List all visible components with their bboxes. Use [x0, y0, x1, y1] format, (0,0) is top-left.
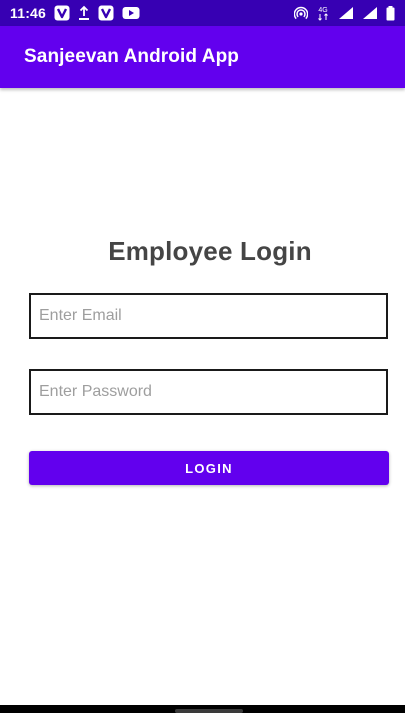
hotspot-icon	[294, 6, 308, 20]
v-app-icon	[54, 5, 70, 21]
status-bar-right: 4G	[294, 5, 395, 21]
v-app-icon	[98, 5, 114, 21]
svg-text:4G: 4G	[318, 7, 327, 14]
page-title: Employee Login	[108, 236, 312, 266]
status-bar: 11:46 4G	[0, 0, 405, 26]
battery-icon	[386, 5, 395, 21]
youtube-icon	[122, 6, 140, 20]
signal-icon	[362, 6, 378, 20]
upload-icon	[78, 5, 90, 21]
app-title: Sanjeevan Android App	[24, 46, 239, 67]
login-button[interactable]: LOGIN	[29, 451, 389, 485]
app-bar: Sanjeevan Android App	[0, 26, 405, 88]
data-4g-icon: 4G	[316, 5, 330, 21]
email-field[interactable]	[29, 293, 388, 339]
home-gesture-handle[interactable]	[175, 709, 243, 713]
screen: 11:46 4G Sanjeevan Android App Employee …	[0, 0, 405, 713]
navigation-bar	[0, 705, 405, 713]
password-field[interactable]	[29, 369, 388, 415]
signal-icon	[338, 6, 354, 20]
status-time: 11:46	[10, 5, 47, 21]
status-bar-left: 11:46	[10, 5, 140, 21]
